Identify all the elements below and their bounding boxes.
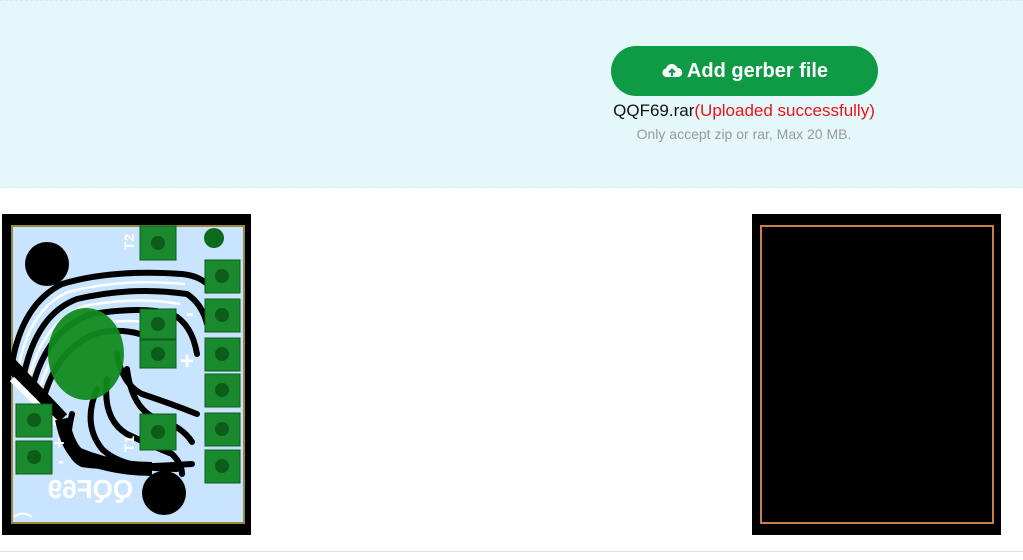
silk-label-plus-left: +: [54, 433, 65, 453]
silk-label-plus-right: +: [180, 348, 194, 375]
silk-label-t2: T2: [121, 233, 137, 250]
add-gerber-file-button[interactable]: Add gerber file: [611, 46, 878, 96]
divider: [0, 551, 1023, 552]
pcb-top-layer-preview: T2 T1 + - + - QQF69: [2, 214, 251, 540]
board-label-mirrored: QQF69: [48, 474, 133, 504]
cloud-upload-icon: [661, 62, 683, 80]
silk-label-minus-right: -: [186, 300, 194, 327]
silk-label-minus-left: -: [58, 451, 64, 471]
upload-success-text: (Uploaded successfully): [694, 101, 875, 120]
add-gerber-file-label: Add gerber file: [686, 59, 829, 82]
silk-label-t1: T1: [121, 435, 137, 452]
upload-hint: Only accept zip or rar, Max 20 MB.: [636, 126, 852, 142]
upload-panel: Add gerber file QQF69.rar(Uploaded succe…: [0, 0, 1023, 188]
pcb-bottom-layer-preview: [752, 214, 1001, 540]
upload-status: QQF69.rar(Uploaded successfully): [520, 101, 968, 121]
uploaded-file-name: QQF69.rar: [613, 101, 695, 120]
